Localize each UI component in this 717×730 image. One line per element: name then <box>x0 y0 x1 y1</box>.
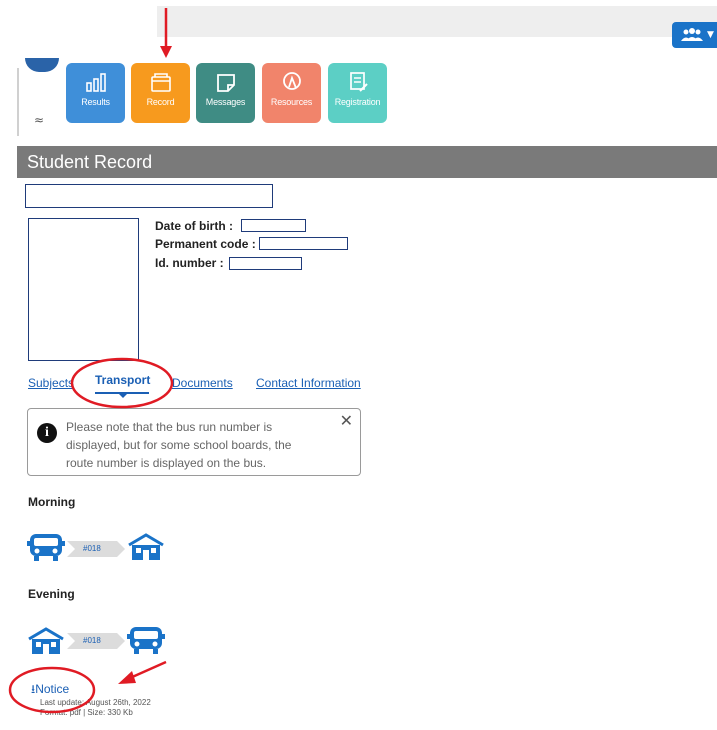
annotation-circle-notice <box>8 666 96 714</box>
annotation-arrowhead-notice <box>118 671 136 684</box>
annotation-arrow-notice <box>129 660 167 680</box>
annotation-overlay <box>8 8 174 714</box>
annotation-circle-transport <box>70 357 174 409</box>
annotation-arrowhead-record <box>160 46 172 58</box>
